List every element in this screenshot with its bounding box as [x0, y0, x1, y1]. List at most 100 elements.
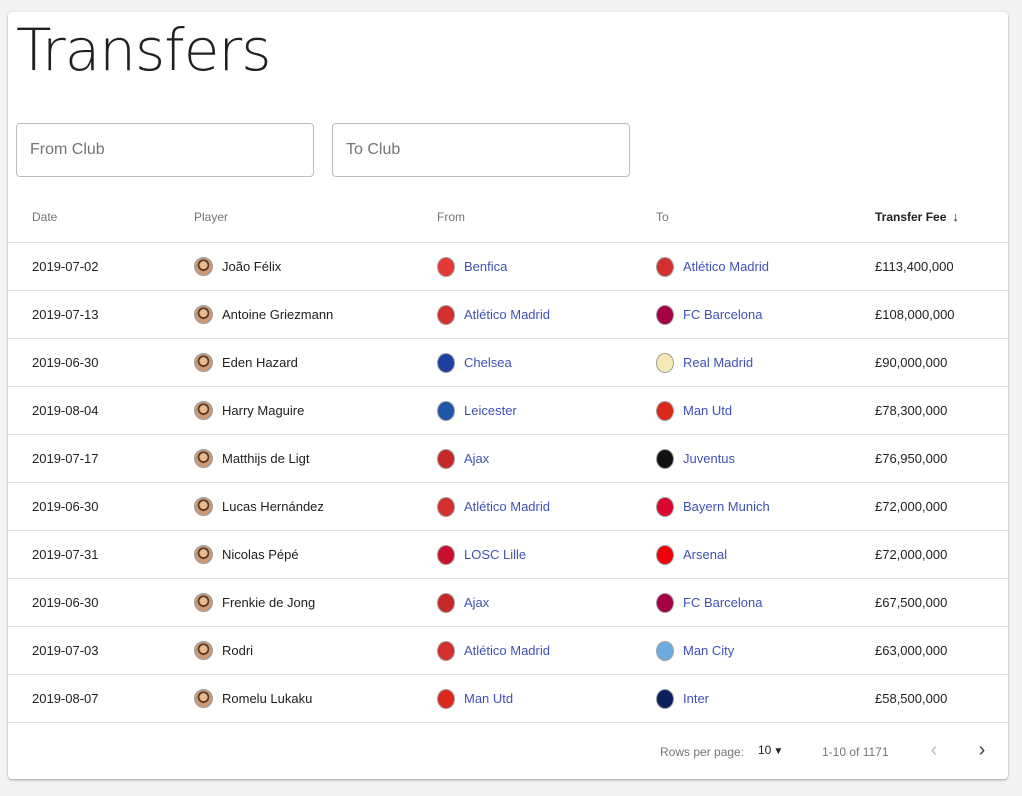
- to-club-link[interactable]: FC Barcelona: [683, 307, 762, 322]
- player-avatar: [194, 401, 213, 420]
- table-row[interactable]: 2019-08-07 Romelu Lukaku Man Utd Inter £58,5…: [8, 674, 1008, 723]
- table-pagination: Rows per page: 10 ▼ 1-10 of 1171 ‹ ›: [8, 724, 1008, 779]
- chevron-right-icon: ›: [978, 738, 986, 761]
- club-crest-icon: [656, 400, 674, 421]
- player-cell: João Félix: [194, 242, 437, 291]
- rows-per-page-label: Rows per page:: [660, 745, 745, 759]
- caret-down-icon: ▼: [773, 746, 784, 757]
- to-club-link[interactable]: FC Barcelona: [683, 595, 762, 610]
- player-name: Matthijs de Ligt: [222, 451, 310, 466]
- from-club-cell: Atlético Madrid: [437, 482, 656, 531]
- table-row[interactable]: 2019-07-31 Nicolas Pépé LOSC Lille Arsenal £…: [8, 530, 1008, 579]
- player-name: Nicolas Pépé: [222, 547, 299, 562]
- from-club-link[interactable]: Atlético Madrid: [464, 307, 550, 322]
- transfer-fee: £78,300,000: [875, 386, 1008, 435]
- from-club-link[interactable]: Ajax: [464, 451, 489, 466]
- to-club-cell: Arsenal: [656, 530, 875, 579]
- column-header-transfer-fee[interactable]: Transfer Fee ↓: [875, 191, 1008, 243]
- transfer-fee: £72,000,000: [875, 482, 1008, 531]
- to-club-link[interactable]: Atlético Madrid: [683, 259, 769, 274]
- from-club-link[interactable]: Chelsea: [464, 355, 512, 370]
- to-club-link[interactable]: Bayern Munich: [683, 499, 770, 514]
- arrow-down-icon: ↓: [952, 209, 959, 224]
- player-avatar: [194, 449, 213, 468]
- transfer-date: 2019-07-13: [8, 290, 194, 339]
- from-club-cell: Chelsea: [437, 338, 656, 387]
- table-row[interactable]: 2019-07-02 João Félix Benfica Atlético Madr…: [8, 242, 1008, 291]
- transfer-fee: £63,000,000: [875, 626, 1008, 675]
- club-crest-icon: [656, 544, 674, 565]
- transfer-date: 2019-07-17: [8, 434, 194, 483]
- player-avatar: [194, 593, 213, 612]
- club-crest-icon: [437, 304, 455, 325]
- club-crest-icon: [437, 352, 455, 373]
- player-avatar: [194, 305, 213, 324]
- transfer-fee: £108,000,000: [875, 290, 1008, 339]
- from-club-link[interactable]: Atlético Madrid: [464, 499, 550, 514]
- column-header-date[interactable]: Date: [8, 191, 194, 243]
- club-crest-icon: [437, 496, 455, 517]
- club-crest-icon: [437, 544, 455, 565]
- club-crest-icon: [656, 352, 674, 373]
- table-row[interactable]: 2019-08-04 Harry Maguire Leicester Man Utd £…: [8, 386, 1008, 435]
- transfer-fee: £72,000,000: [875, 530, 1008, 579]
- to-club-link[interactable]: Inter: [683, 691, 709, 706]
- to-club-cell: Bayern Munich: [656, 482, 875, 531]
- from-club-link[interactable]: Atlético Madrid: [464, 643, 550, 658]
- player-avatar: [194, 689, 213, 708]
- player-name: Antoine Griezmann: [222, 307, 334, 322]
- transfer-fee: £58,500,000: [875, 674, 1008, 723]
- column-header-from[interactable]: From: [437, 191, 656, 243]
- from-club-cell: Atlético Madrid: [437, 290, 656, 339]
- player-name: Eden Hazard: [222, 355, 298, 370]
- column-header-to[interactable]: To: [656, 191, 875, 243]
- table-row[interactable]: 2019-07-17 Matthijs de Ligt Ajax Juventus £7…: [8, 434, 1008, 483]
- club-crest-icon: [656, 592, 674, 613]
- from-club-link[interactable]: LOSC Lille: [464, 547, 526, 562]
- transfer-date: 2019-06-30: [8, 338, 194, 387]
- to-club-link[interactable]: Juventus: [683, 451, 735, 466]
- table-body: 2019-07-02 João Félix Benfica Atlético Madr…: [8, 242, 1008, 723]
- next-page-button[interactable]: ›: [970, 738, 994, 762]
- rows-per-page-select[interactable]: 10 ▼: [758, 743, 783, 757]
- table-row[interactable]: 2019-07-13 Antoine Griezmann Atlético Madr…: [8, 290, 1008, 339]
- player-avatar: [194, 641, 213, 660]
- to-club-input[interactable]: [333, 124, 629, 176]
- player-cell: Frenkie de Jong: [194, 578, 437, 627]
- transfer-date: 2019-07-31: [8, 530, 194, 579]
- from-club-link[interactable]: Benfica: [464, 259, 507, 274]
- club-crest-icon: [656, 496, 674, 517]
- from-club-cell: Benfica: [437, 242, 656, 291]
- previous-page-button[interactable]: ‹: [922, 738, 946, 762]
- from-club-input[interactable]: [17, 124, 313, 176]
- from-club-link[interactable]: Man Utd: [464, 691, 513, 706]
- rows-per-page-value: 10: [758, 743, 772, 757]
- column-header-player[interactable]: Player: [194, 191, 437, 243]
- from-club-field[interactable]: [16, 123, 314, 177]
- club-crest-icon: [437, 256, 455, 277]
- transfer-date: 2019-07-02: [8, 242, 194, 291]
- to-club-cell: Man City: [656, 626, 875, 675]
- table-row[interactable]: 2019-07-03 Rodri Atlético Madrid Man City £6…: [8, 626, 1008, 675]
- transfer-fee: £76,950,000: [875, 434, 1008, 483]
- to-club-link[interactable]: Real Madrid: [683, 355, 753, 370]
- to-club-field[interactable]: [332, 123, 630, 177]
- player-cell: Antoine Griezmann: [194, 290, 437, 339]
- table-row[interactable]: 2019-06-30 Lucas Hernández Atlético Madrid…: [8, 482, 1008, 531]
- to-club-link[interactable]: Man Utd: [683, 403, 732, 418]
- table-row[interactable]: 2019-06-30 Frenkie de Jong Ajax FC Barcelon…: [8, 578, 1008, 627]
- club-crest-icon: [656, 304, 674, 325]
- table-row[interactable]: 2019-06-30 Eden Hazard Chelsea Real Madrid £…: [8, 338, 1008, 387]
- transfer-date: 2019-06-30: [8, 578, 194, 627]
- from-club-link[interactable]: Leicester: [464, 403, 517, 418]
- club-crest-icon: [437, 640, 455, 661]
- from-club-link[interactable]: Ajax: [464, 595, 489, 610]
- to-club-link[interactable]: Man City: [683, 643, 734, 658]
- player-cell: Rodri: [194, 626, 437, 675]
- to-club-cell: Real Madrid: [656, 338, 875, 387]
- to-club-link[interactable]: Arsenal: [683, 547, 727, 562]
- club-crest-icon: [656, 640, 674, 661]
- transfer-date: 2019-07-03: [8, 626, 194, 675]
- from-club-cell: Atlético Madrid: [437, 626, 656, 675]
- player-name: Frenkie de Jong: [222, 595, 316, 610]
